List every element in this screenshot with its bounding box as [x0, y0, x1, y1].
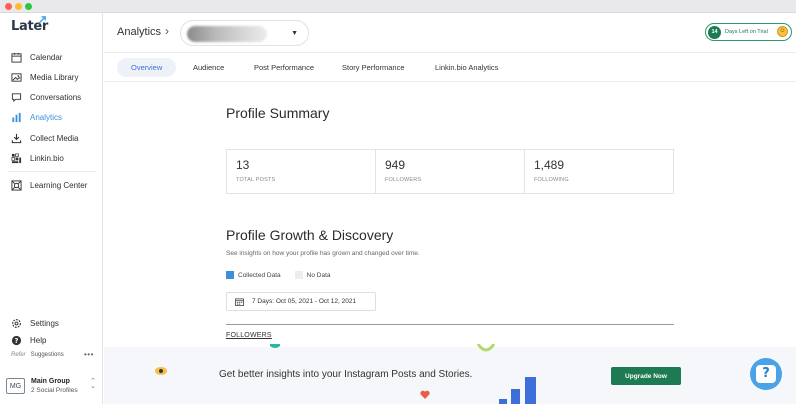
date-range-label: 7 Days: Oct 05, 2021 - Oct 12, 2021 [252, 298, 357, 305]
top-header: Analytics › ▼ 14 Days Left on Trial ☺ [104, 13, 796, 53]
eye-icon [155, 367, 167, 375]
stat-label: FOLLOWING [534, 177, 569, 183]
stat-value: 949 [385, 158, 406, 172]
tab-linkinbio-analytics[interactable]: Linkin.bio Analytics [421, 58, 512, 77]
sidebar-item-settings[interactable]: Settings [11, 315, 59, 331]
stat-label: TOTAL POSTS [236, 177, 276, 183]
group-name: Main Group [31, 378, 70, 385]
trial-text: Days Left on Trial [725, 29, 768, 35]
stat-followers: 949 FOLLOWERS [376, 150, 525, 193]
chart-legend: Collected Data No Data [226, 271, 331, 279]
upgrade-banner: Get better insights into your Instagram … [104, 344, 796, 404]
legend-no-data-label: No Data [306, 271, 331, 279]
bar-chart-icon [12, 112, 21, 122]
sidebar-item-conversations[interactable]: Conversations [11, 89, 81, 105]
stat-total-posts: 13 TOTAL POSTS [227, 150, 376, 193]
gear-icon [12, 318, 21, 328]
sidebar-item-label: Linkin.bio [30, 153, 64, 163]
sidebar-item-linkinbio[interactable]: Linkin.bio [11, 150, 64, 166]
tab-audience[interactable]: Audience [179, 58, 238, 77]
sidebar: Later Calendar Media Library Conversatio… [0, 13, 103, 404]
stat-value: 13 [236, 158, 250, 172]
decorative-bar-chart [499, 377, 536, 404]
stat-value: 1,489 [534, 158, 565, 172]
date-range-picker[interactable]: 7 Days: Oct 05, 2021 - Oct 12, 2021 [226, 292, 376, 311]
profile-growth-description: See insights on how your profile has gro… [226, 250, 420, 257]
legend-swatch-collected [226, 271, 234, 279]
followers-chart-label: FOLLOWERS [226, 332, 272, 339]
page-title: Analytics [117, 26, 162, 38]
profile-growth-heading: Profile Growth & Discovery [226, 227, 394, 243]
profile-summary-heading: Profile Summary [226, 105, 330, 121]
sidebar-divider [8, 171, 96, 172]
trial-days-count: 14 [708, 25, 721, 39]
calendar-icon [11, 52, 22, 63]
section-divider [226, 324, 674, 325]
help-chat-button[interactable]: ? [750, 358, 782, 390]
group-switcher[interactable]: MG Main Group 2 Social Profiles ⌃ ⌄ [6, 373, 98, 399]
sidebar-item-label: Help [30, 335, 47, 345]
sidebar-item-label: Analytics [30, 112, 63, 122]
sidebar-item-learning-center[interactable]: Learning Center [11, 177, 87, 193]
window-minimize-button[interactable] [15, 3, 22, 10]
group-info: Main Group 2 Social Profiles [31, 377, 78, 395]
chat-icon [11, 92, 22, 102]
more-options-button[interactable]: ••• [84, 350, 94, 359]
chevron-up-down-icon: ⌃ ⌄ [90, 378, 96, 390]
calendar-icon [235, 297, 244, 306]
download-icon [11, 133, 22, 143]
sidebar-item-media-library[interactable]: Media Library [11, 69, 78, 85]
analytics-tabs: Overview Audience Post Performance Story… [104, 53, 796, 82]
stat-following: 1,489 FOLLOWING [525, 150, 673, 193]
banner-message: Get better insights into your Instagram … [219, 369, 473, 380]
chevron-right-icon: › [165, 24, 169, 38]
link-icon [11, 153, 22, 163]
refer-link[interactable]: Refer [11, 352, 26, 358]
sidebar-item-label: Calendar [30, 52, 63, 62]
smiley-icon: ☺ [777, 26, 788, 37]
legend-collected-label: Collected Data [238, 271, 281, 279]
sidebar-item-help[interactable]: ? Help [11, 332, 46, 348]
tab-post-performance[interactable]: Post Performance [240, 58, 328, 77]
sidebar-item-label: Conversations [30, 92, 82, 102]
profile-selector[interactable]: ▼ [180, 20, 309, 46]
group-profiles-count: 2 Social Profiles [31, 387, 78, 394]
sidebar-item-collect-media[interactable]: Collect Media [11, 130, 78, 146]
suggestions-link[interactable]: Suggestions [31, 352, 64, 358]
sidebar-item-calendar[interactable]: Calendar [11, 49, 62, 65]
logo-arrow-icon [38, 16, 46, 24]
sidebar-item-label: Media Library [30, 72, 79, 82]
svg-text:?: ? [15, 336, 19, 344]
image-icon [11, 72, 22, 82]
stat-label: FOLLOWERS [385, 177, 422, 183]
sidebar-item-analytics[interactable]: Analytics [11, 109, 62, 125]
sidebar-item-label: Learning Center [30, 180, 88, 190]
group-avatar: MG [6, 378, 25, 394]
tab-overview[interactable]: Overview [117, 58, 177, 77]
question-icon: ? [11, 335, 22, 345]
sidebar-item-label: Collect Media [30, 133, 79, 143]
help-question-icon: ? [756, 365, 776, 383]
profile-name-redacted [187, 26, 267, 42]
decorative-shape [270, 344, 280, 348]
heart-icon [420, 390, 430, 399]
caret-down-icon: ▼ [291, 30, 298, 37]
window-close-button[interactable] [5, 3, 12, 10]
window-titlebar [0, 0, 796, 13]
tab-story-performance[interactable]: Story Performance [328, 58, 419, 77]
upgrade-now-button[interactable]: Upgrade Now [611, 367, 681, 385]
refer-row: Refer Suggestions ••• [11, 350, 93, 359]
trial-badge[interactable]: 14 Days Left on Trial ☺ [705, 23, 792, 41]
decorative-ring [476, 344, 496, 352]
lifebuoy-icon [11, 179, 22, 191]
sidebar-item-label: Settings [30, 318, 59, 328]
window-zoom-button[interactable] [25, 3, 32, 10]
profile-summary-stats: 13 TOTAL POSTS 949 FOLLOWERS 1,489 FOLLO… [226, 149, 674, 194]
legend-swatch-no-data [294, 271, 303, 279]
